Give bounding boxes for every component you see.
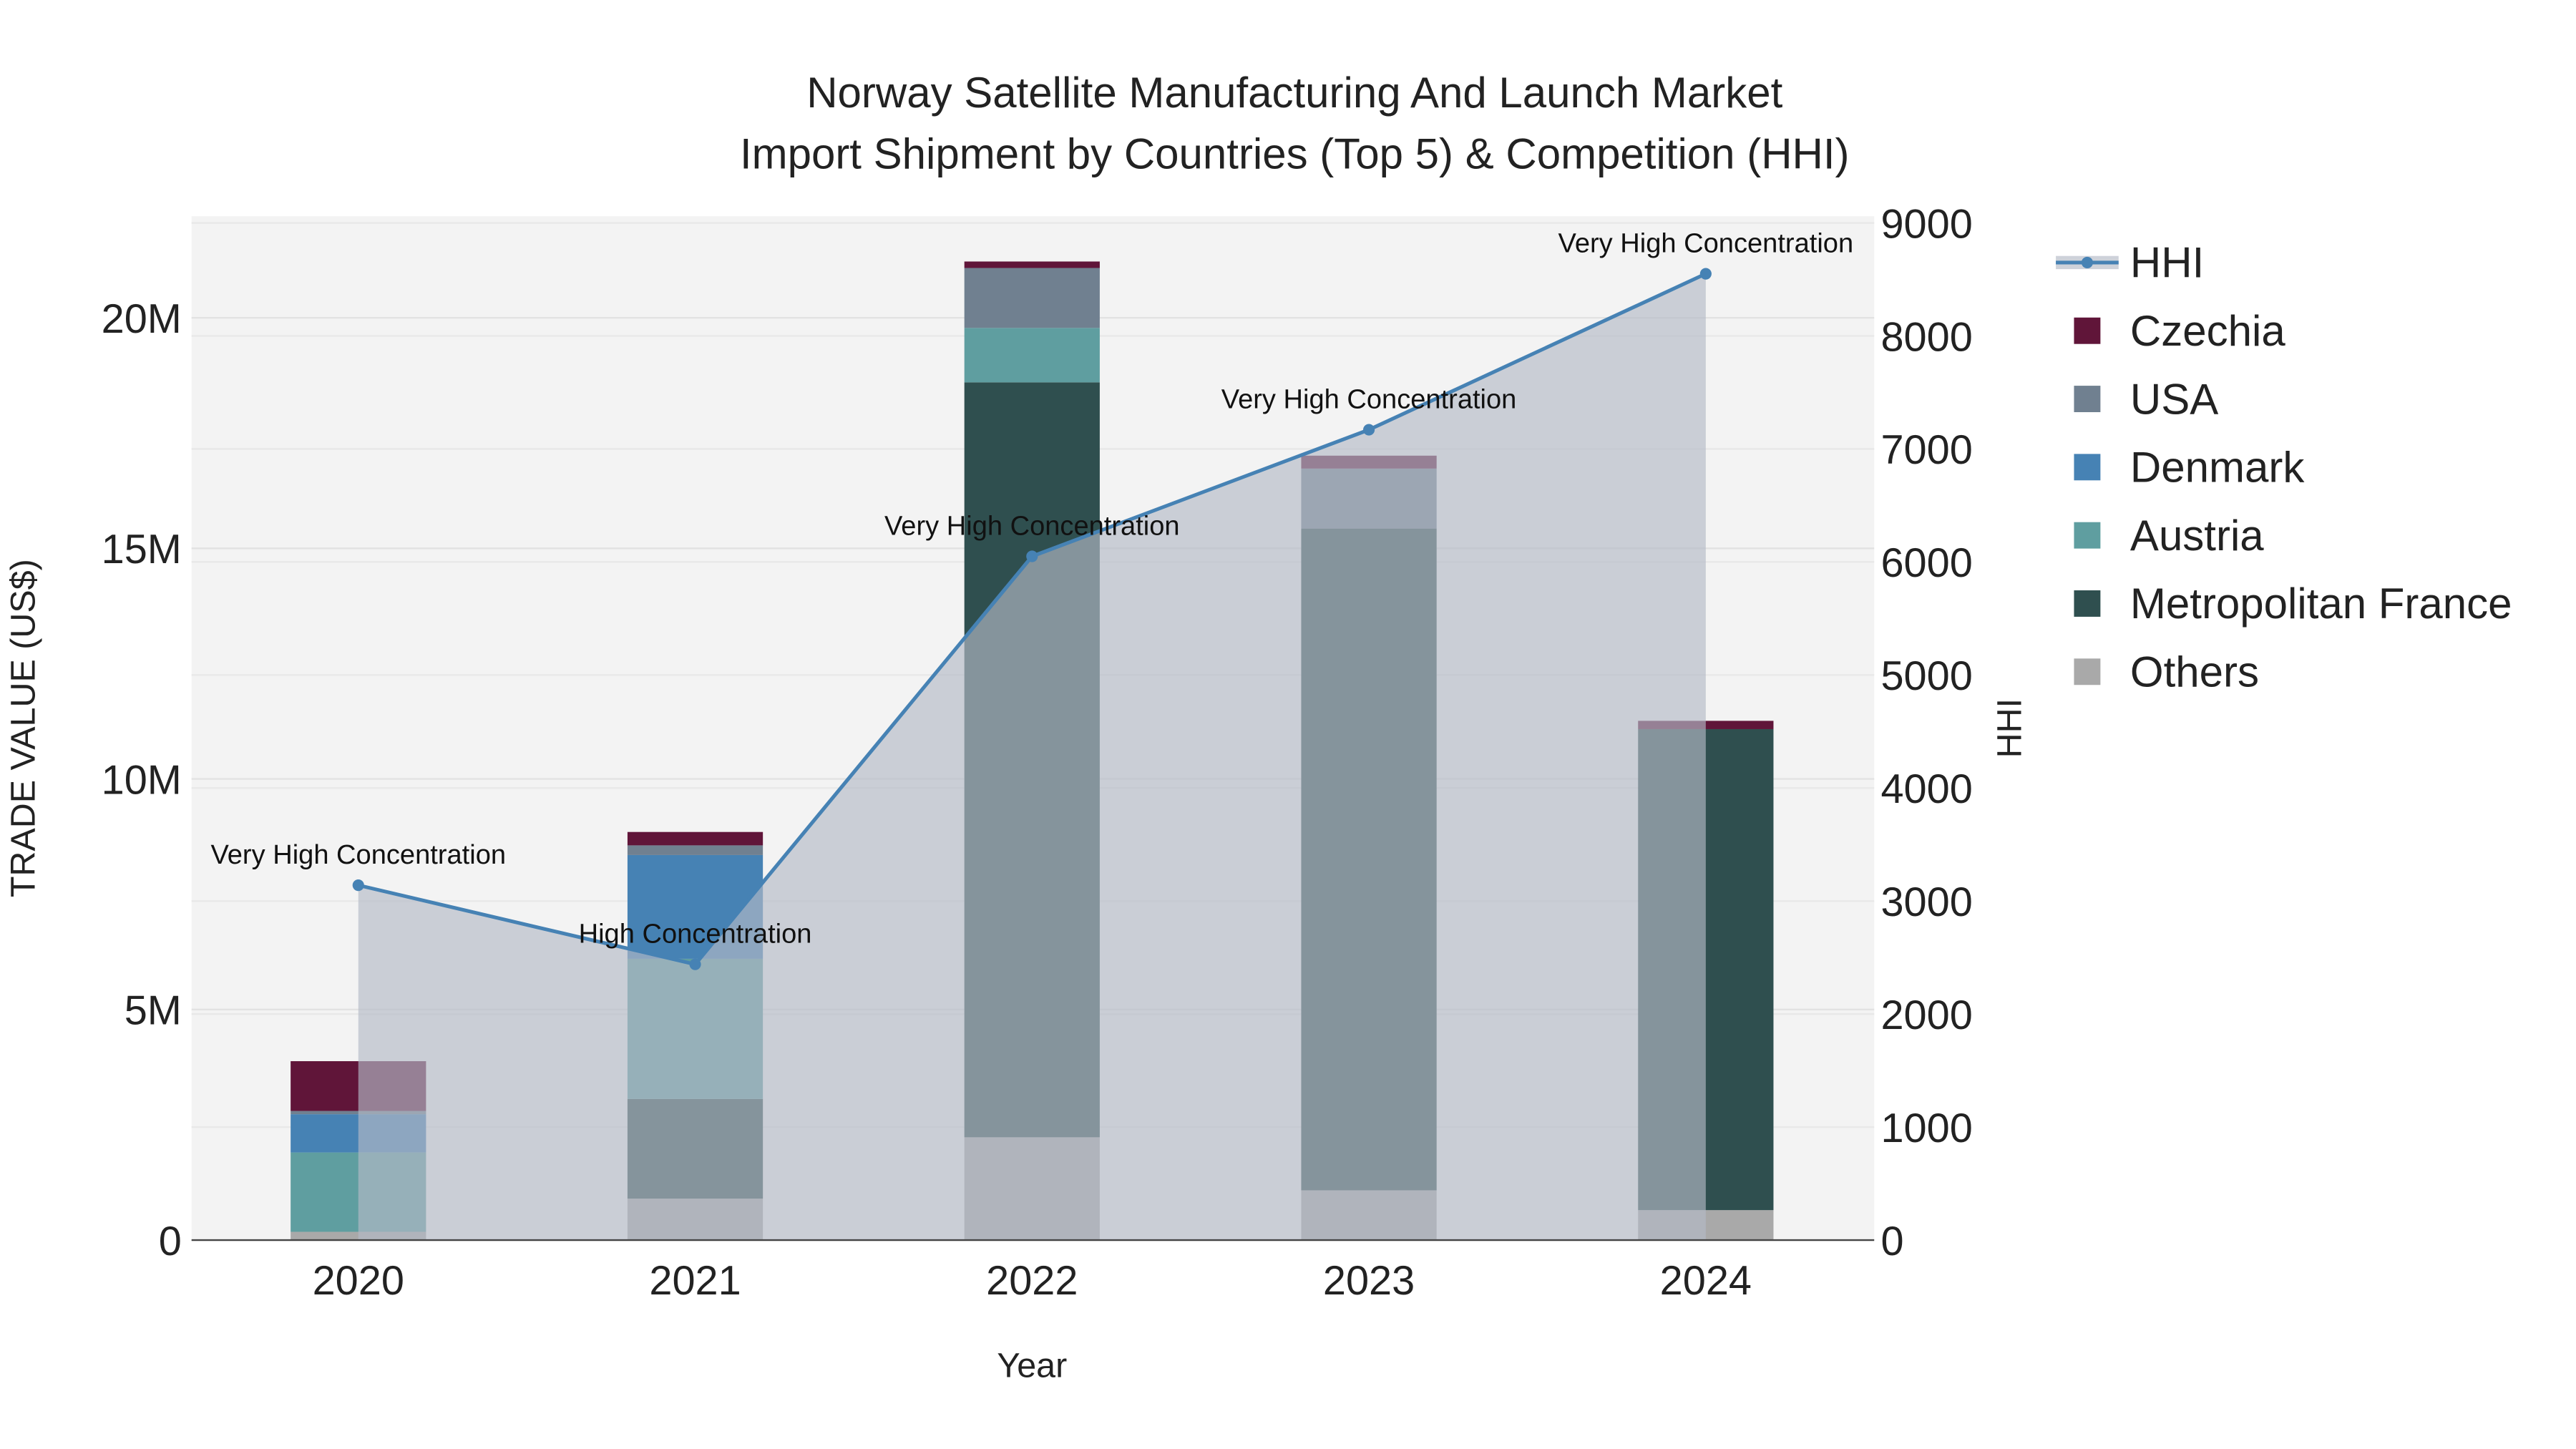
bar-czechia <box>964 261 1100 268</box>
chart-title-line2: Import Shipment by Countries (Top 5) & C… <box>740 130 1850 177</box>
bar-usa <box>964 268 1100 328</box>
bar-austria <box>964 328 1100 383</box>
y2-tick-label: 9000 <box>1880 201 1972 247</box>
hhi-annotation: Very High Concentration <box>1558 229 1854 259</box>
y2-tick-label: 4000 <box>1880 766 1972 812</box>
legend-label: USA <box>2130 375 2218 423</box>
hhi-annotation: Very High Concentration <box>210 840 506 870</box>
y2-tick-label: 2000 <box>1880 992 1972 1038</box>
chart: Very High Concentration High Concentratio… <box>4 69 2512 1385</box>
y-tick-label: 5M <box>125 988 182 1034</box>
y2-tick-label: 0 <box>1880 1219 1903 1264</box>
legend-hhi-marker <box>2081 256 2093 268</box>
x-tick-label: 2021 <box>649 1258 741 1304</box>
y-tick-label: 15M <box>102 527 182 572</box>
y-tick-label: 0 <box>159 1219 182 1264</box>
legend-swatch <box>2074 454 2101 481</box>
y2-axis-title: HHI <box>1991 698 2029 758</box>
legend-swatch <box>2074 658 2101 686</box>
hhi-point <box>1699 268 1712 280</box>
hhi-annotation: Very High Concentration <box>884 511 1180 541</box>
legend-swatch <box>2074 522 2101 549</box>
legend-swatch <box>2074 386 2101 412</box>
y2-tick-label: 1000 <box>1880 1106 1972 1151</box>
hhi-point <box>689 958 701 970</box>
legend-label: Denmark <box>2130 444 2305 492</box>
legend-label: Metropolitan France <box>2130 580 2512 628</box>
hhi-point <box>352 879 364 892</box>
x-tick-label: 2020 <box>313 1258 404 1304</box>
hhi-point <box>1026 550 1038 562</box>
hhi-annotation: Very High Concentration <box>1221 385 1517 415</box>
hhi-point <box>1363 424 1375 436</box>
bar-czechia <box>627 831 763 846</box>
y2-tick-label: 5000 <box>1880 653 1972 699</box>
y-axis-title: TRADE VALUE (US$) <box>4 559 42 897</box>
x-tick-label: 2024 <box>1660 1258 1752 1304</box>
x-tick-label: 2023 <box>1323 1258 1415 1304</box>
y2-tick-label: 8000 <box>1880 314 1972 360</box>
hhi-annotation: High Concentration <box>579 919 812 950</box>
y2-tick-label: 3000 <box>1880 879 1972 925</box>
legend-swatch <box>2074 317 2101 344</box>
bar-usa <box>627 845 763 855</box>
x-tick-label: 2022 <box>986 1258 1078 1304</box>
legend-label: Austria <box>2130 512 2264 560</box>
legend-swatch <box>2074 590 2101 617</box>
y-tick-label: 10M <box>102 757 182 803</box>
legend-label: HHI <box>2130 239 2204 287</box>
chart-title-line1: Norway Satellite Manufacturing And Launc… <box>806 69 1782 117</box>
y2-tick-label: 7000 <box>1880 427 1972 473</box>
legend-label: Czechia <box>2130 307 2285 355</box>
x-axis-title: Year <box>997 1347 1067 1385</box>
y2-tick-label: 6000 <box>1880 540 1972 586</box>
legend-label: Others <box>2130 648 2259 696</box>
y-tick-label: 20M <box>102 296 182 342</box>
legend: HHI Czechia USA Denmark Austria Metropolitan … <box>2056 239 2512 696</box>
